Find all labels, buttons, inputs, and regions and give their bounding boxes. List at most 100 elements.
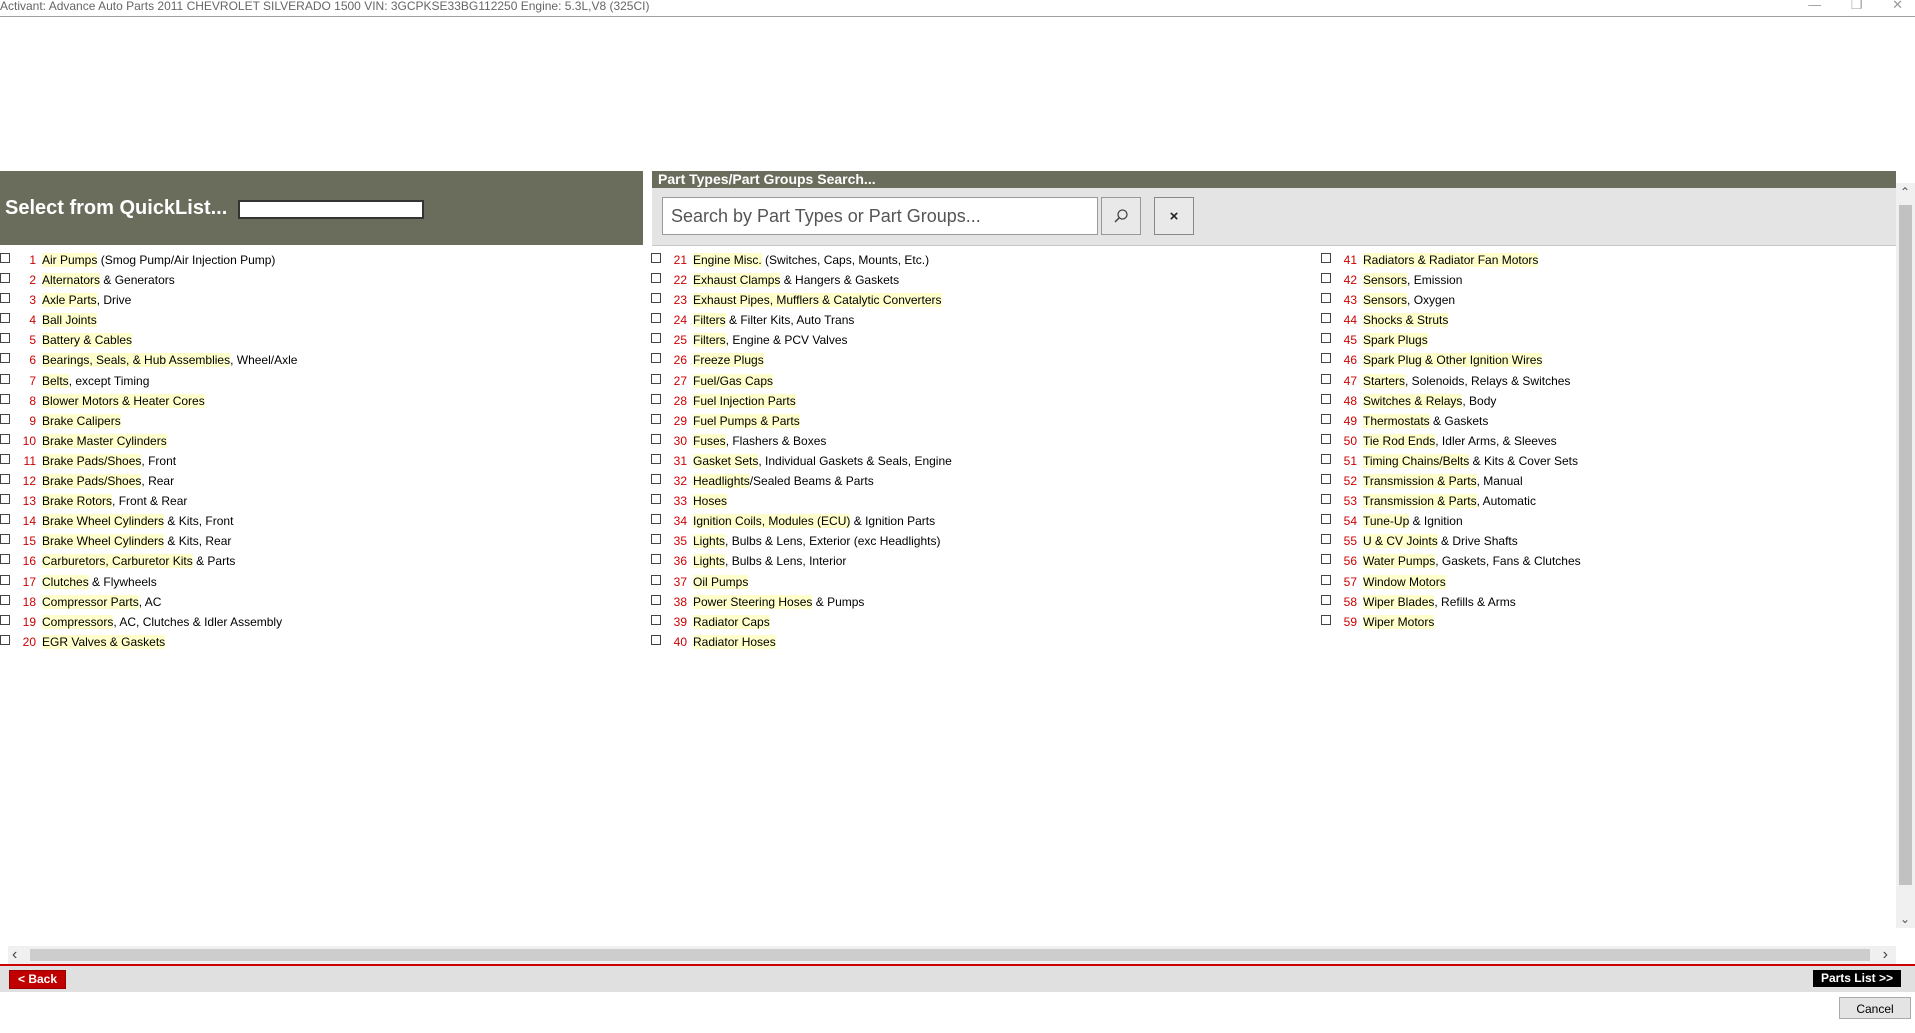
- part-group-item[interactable]: 20 EGR Valves & Gaskets: [0, 632, 640, 652]
- part-group-label[interactable]: Air Pumps (Smog Pump/Air Injection Pump): [42, 250, 275, 270]
- search-input[interactable]: [662, 197, 1098, 235]
- part-group-item[interactable]: 7 Belts, except Timing: [0, 371, 640, 391]
- part-group-label[interactable]: Gasket Sets, Individual Gaskets & Seals,…: [693, 451, 952, 471]
- search-button[interactable]: [1101, 197, 1141, 235]
- part-group-label[interactable]: Brake Rotors, Front & Rear: [42, 491, 187, 511]
- part-group-link[interactable]: Spark Plugs: [1363, 333, 1428, 348]
- part-group-label[interactable]: Transmission & Parts, Automatic: [1363, 491, 1536, 511]
- part-group-item[interactable]: 57 Window Motors: [1321, 572, 1891, 592]
- part-group-checkbox[interactable]: [651, 413, 661, 424]
- vertical-scroll-thumb[interactable]: [1899, 205, 1912, 885]
- part-group-link[interactable]: Engine Misc.: [693, 253, 762, 267]
- part-group-checkbox[interactable]: [651, 293, 661, 304]
- part-group-checkbox[interactable]: [651, 574, 661, 585]
- part-group-link[interactable]: Shocks & Struts: [1363, 313, 1449, 328]
- part-group-link[interactable]: Battery & Cables: [42, 333, 133, 348]
- part-group-item[interactable]: 18 Compressor Parts, AC: [0, 592, 640, 612]
- part-group-item[interactable]: 30 Fuses, Flashers & Boxes: [651, 431, 1311, 451]
- maximize-icon[interactable]: ❐: [1851, 0, 1863, 12]
- part-group-item[interactable]: 53 Transmission & Parts, Automatic: [1321, 491, 1891, 511]
- part-group-checkbox[interactable]: [0, 393, 10, 404]
- part-group-checkbox[interactable]: [1321, 353, 1331, 364]
- part-group-item[interactable]: 50 Tie Rod Ends, Idler Arms, & Sleeves: [1321, 431, 1891, 451]
- part-group-link[interactable]: Brake Master Cylinders: [42, 433, 167, 448]
- part-group-link[interactable]: Power Steering Hoses: [693, 594, 813, 609]
- part-group-label[interactable]: Spark Plugs: [1363, 330, 1428, 350]
- part-group-checkbox[interactable]: [651, 273, 661, 284]
- part-group-label[interactable]: Radiator Caps: [693, 612, 770, 632]
- part-group-item[interactable]: 31 Gasket Sets, Individual Gaskets & Seal…: [651, 451, 1311, 471]
- part-group-link[interactable]: Filters: [693, 333, 726, 348]
- part-group-link[interactable]: Tune-Up: [1363, 514, 1410, 529]
- part-group-label[interactable]: Fuel/Gas Caps: [693, 371, 774, 391]
- part-group-item[interactable]: 3 Axle Parts, Drive: [0, 290, 640, 310]
- part-group-item[interactable]: 48 Switches & Relays, Body: [1321, 391, 1891, 411]
- part-group-checkbox[interactable]: [651, 594, 661, 605]
- part-group-link[interactable]: Hoses: [693, 494, 728, 509]
- part-group-label[interactable]: Wiper Blades, Refills & Arms: [1363, 592, 1516, 612]
- part-group-checkbox[interactable]: [1321, 474, 1331, 485]
- part-group-checkbox[interactable]: [0, 554, 10, 565]
- part-group-item[interactable]: 40 Radiator Hoses: [651, 632, 1311, 652]
- part-group-item[interactable]: 13 Brake Rotors, Front & Rear: [0, 491, 640, 511]
- part-group-label[interactable]: Brake Wheel Cylinders & Kits, Rear: [42, 531, 231, 551]
- part-group-item[interactable]: 42 Sensors, Emission: [1321, 270, 1891, 290]
- part-group-link[interactable]: Wiper Motors: [1363, 614, 1435, 629]
- part-group-link[interactable]: Fuses: [693, 433, 726, 448]
- part-group-link[interactable]: Radiator Hoses: [693, 634, 776, 649]
- part-group-checkbox[interactable]: [0, 574, 10, 585]
- part-group-label[interactable]: Sensors, Emission: [1363, 270, 1462, 290]
- part-group-link[interactable]: Compressors: [42, 614, 114, 629]
- part-group-checkbox[interactable]: [1321, 433, 1331, 444]
- part-group-label[interactable]: Fuses, Flashers & Boxes: [693, 431, 826, 451]
- part-group-link[interactable]: Blower Motors & Heater Cores: [42, 393, 205, 408]
- part-group-label[interactable]: Filters, Engine & PCV Valves: [693, 330, 848, 350]
- part-group-item[interactable]: 46 Spark Plug & Other Ignition Wires: [1321, 350, 1891, 370]
- part-group-checkbox[interactable]: [0, 293, 10, 304]
- part-group-label[interactable]: Power Steering Hoses & Pumps: [693, 592, 864, 612]
- part-group-item[interactable]: 22 Exhaust Clamps & Hangers & Gaskets: [651, 270, 1311, 290]
- part-group-link[interactable]: Exhaust Pipes, Mufflers & Catalytic Conv…: [693, 293, 942, 308]
- part-group-checkbox[interactable]: [651, 453, 661, 464]
- part-group-link[interactable]: Sensors: [1363, 293, 1408, 308]
- part-group-label[interactable]: Brake Master Cylinders: [42, 431, 167, 451]
- minimize-icon[interactable]: —: [1808, 0, 1821, 12]
- part-group-checkbox[interactable]: [651, 634, 661, 645]
- part-group-label[interactable]: Starters, Solenoids, Relays & Switches: [1363, 371, 1570, 391]
- part-group-checkbox[interactable]: [0, 474, 10, 485]
- part-group-item[interactable]: 38 Power Steering Hoses & Pumps: [651, 592, 1311, 612]
- part-group-label[interactable]: Transmission & Parts, Manual: [1363, 471, 1523, 491]
- part-group-link[interactable]: Transmission & Parts: [1363, 494, 1477, 509]
- part-group-checkbox[interactable]: [1321, 313, 1331, 324]
- part-group-link[interactable]: Compressor Parts: [42, 594, 139, 609]
- part-group-label[interactable]: Brake Calipers: [42, 411, 121, 431]
- part-group-label[interactable]: Timing Chains/Belts & Kits & Cover Sets: [1363, 451, 1578, 471]
- quicklist-input[interactable]: [238, 200, 424, 219]
- part-group-link[interactable]: Tie Rod Ends: [1363, 433, 1436, 448]
- part-group-link[interactable]: Sensors: [1363, 273, 1408, 288]
- part-group-label[interactable]: Compressor Parts, AC: [42, 592, 161, 612]
- part-group-link[interactable]: Ball Joints: [42, 313, 97, 328]
- part-group-item[interactable]: 24 Filters & Filter Kits, Auto Trans: [651, 310, 1311, 330]
- part-group-item[interactable]: 28 Fuel Injection Parts: [651, 391, 1311, 411]
- part-group-label[interactable]: Fuel Injection Parts: [693, 391, 796, 411]
- part-group-item[interactable]: 44 Shocks & Struts: [1321, 310, 1891, 330]
- part-group-label[interactable]: Tie Rod Ends, Idler Arms, & Sleeves: [1363, 431, 1557, 451]
- part-group-checkbox[interactable]: [0, 534, 10, 545]
- part-group-checkbox[interactable]: [1321, 333, 1331, 344]
- part-group-checkbox[interactable]: [1321, 273, 1331, 284]
- part-group-label[interactable]: Switches & Relays, Body: [1363, 391, 1496, 411]
- part-group-checkbox[interactable]: [0, 373, 10, 384]
- part-group-item[interactable]: 17 Clutches & Flywheels: [0, 572, 640, 592]
- part-group-link[interactable]: Brake Wheel Cylinders: [42, 514, 165, 529]
- part-group-link[interactable]: Fuel/Gas Caps: [693, 373, 774, 388]
- part-group-checkbox[interactable]: [1321, 253, 1331, 263]
- part-group-checkbox[interactable]: [0, 253, 10, 263]
- part-group-item[interactable]: 47 Starters, Solenoids, Relays & Switches: [1321, 371, 1891, 391]
- vertical-scrollbar[interactable]: ⌃ ⌄: [1896, 183, 1915, 928]
- part-group-link[interactable]: Bearings, Seals, & Hub Assemblies: [42, 353, 231, 368]
- horizontal-scroll-thumb[interactable]: [30, 949, 1870, 961]
- part-group-label[interactable]: Bearings, Seals, & Hub Assemblies, Wheel…: [42, 350, 297, 370]
- clear-search-button[interactable]: ×: [1154, 197, 1194, 235]
- part-group-checkbox[interactable]: [1321, 293, 1331, 304]
